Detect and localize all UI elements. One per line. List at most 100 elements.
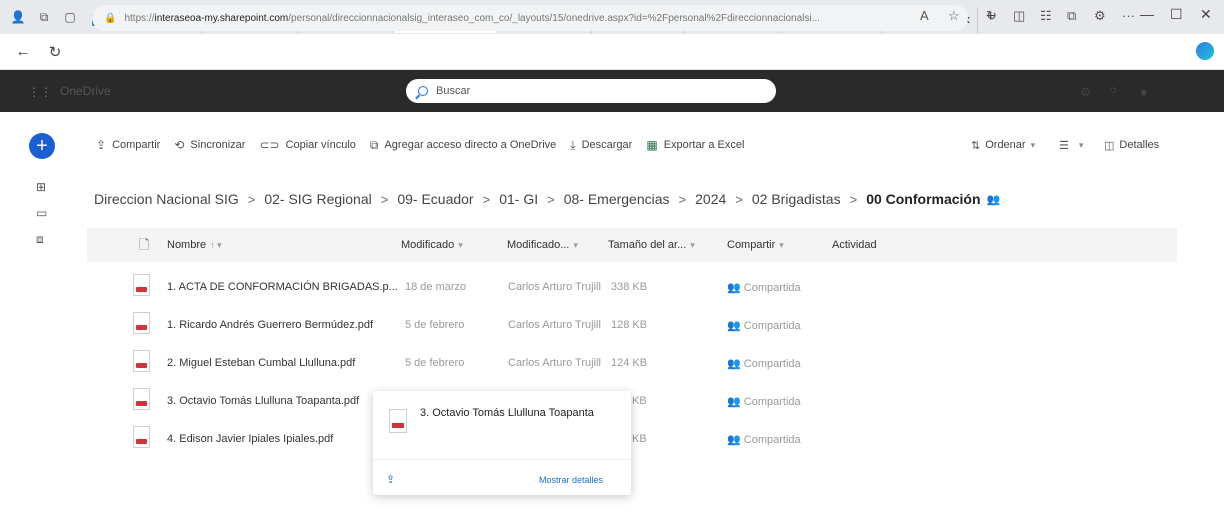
breadcrumb-separator-icon: >	[247, 191, 256, 207]
profile-icon[interactable]: 👤	[10, 9, 26, 25]
maximize-icon[interactable]: ☐	[1170, 6, 1183, 23]
favorites-icon[interactable]: ☷	[1040, 8, 1052, 24]
download-button[interactable]: ⤓ Descargar	[570, 138, 632, 153]
breadcrumb-item[interactable]: 09- Ecuador	[397, 191, 473, 207]
column-name-label: Nombre	[167, 239, 207, 251]
shared-icon[interactable]: ⧈	[36, 232, 44, 247]
breadcrumb-current[interactable]: 00 Conformación	[866, 191, 980, 207]
breadcrumb-item[interactable]: 02 Brigadistas	[752, 191, 841, 207]
breadcrumb-separator-icon: >	[547, 191, 555, 207]
column-modified[interactable]: Modificado ▾	[401, 239, 463, 251]
sharing-status[interactable]: 👥 Compartida	[727, 281, 801, 294]
create-new-button[interactable]: +	[29, 133, 55, 159]
more-options-icon[interactable]: ···	[1122, 8, 1135, 23]
read-aloud-icon[interactable]: A	[920, 8, 929, 23]
breadcrumb-item[interactable]: 01- GI	[499, 191, 538, 207]
collections-icon[interactable]: ⧉	[1067, 8, 1076, 24]
breadcrumb-separator-icon: >	[380, 191, 389, 207]
account-icon[interactable]: ●	[1140, 85, 1147, 99]
back-icon[interactable]: ←	[14, 43, 32, 60]
shared-people-icon: 👥	[727, 396, 744, 408]
help-icon[interactable]: ?	[1110, 85, 1117, 99]
column-size[interactable]: Tamaño del ar... ▾	[608, 239, 695, 251]
sharing-status[interactable]: 👥 Compartida	[727, 433, 801, 446]
url-bar[interactable]: 🔒 https://interaseoa-my.sharepoint.com/p…	[92, 5, 968, 31]
file-size: 124 KB	[611, 357, 648, 369]
command-bar: ⇪ Compartir ⟲ Sincronizar ⊂⊃ Copiar vínculo…	[96, 134, 758, 156]
url-path: /personal/direccionnacionalsig_interaseo…	[288, 12, 820, 24]
split-screen-icon[interactable]: ◫	[1013, 8, 1025, 24]
file-size: 338 KB	[611, 281, 648, 293]
search-box[interactable]: Buscar	[406, 79, 776, 103]
refresh-page-icon[interactable]: ↻	[986, 8, 997, 24]
refresh-icon[interactable]: ↻	[46, 43, 64, 61]
app-launcher-icon[interactable]: ⋮⋮	[28, 85, 52, 99]
breadcrumb-item[interactable]: 2024	[695, 191, 726, 207]
copilot-icon[interactable]	[1196, 42, 1214, 60]
table-row[interactable]: 1. ACTA DE CONFORMACIÓN BRIGADAS.p... 18 …	[87, 269, 1177, 305]
chevron-down-icon: ▾	[690, 240, 695, 250]
export-excel-button[interactable]: ▦ Exportar a Excel	[646, 138, 744, 152]
sharing-status[interactable]: 👥 Compartida	[727, 357, 801, 370]
shared-people-icon: 👥	[727, 358, 744, 370]
minimize-icon[interactable]: —	[1140, 6, 1154, 22]
view-options-button[interactable]: ☰ ▾	[1059, 134, 1083, 156]
sharing-status[interactable]: 👥 Compartida	[727, 395, 801, 408]
chevron-down-icon: ▾	[1078, 139, 1084, 150]
share-icon: ⇪	[96, 138, 107, 152]
sync-button[interactable]: ⟲ Sincronizar	[174, 138, 245, 152]
sharing-label: Compartida	[743, 396, 801, 408]
breadcrumb-separator-icon: >	[735, 191, 743, 207]
pdf-file-icon	[133, 312, 150, 334]
column-activity[interactable]: Actividad	[832, 239, 877, 251]
column-modified-by[interactable]: Modificado... ▾	[507, 239, 578, 251]
download-label: Descargar	[581, 139, 633, 151]
modified-date: 5 de febrero	[405, 357, 465, 369]
share-label: Compartir	[112, 139, 161, 151]
shared-people-icon: 👥	[727, 320, 744, 332]
modified-by: Carlos Arturo Trujill	[508, 319, 601, 331]
lock-icon: 🔒	[104, 12, 117, 24]
tab-actions-icon[interactable]: ▢	[62, 9, 78, 25]
chevron-down-icon: ▾	[1030, 139, 1036, 150]
sort-label: Ordenar	[985, 139, 1026, 151]
details-button[interactable]: ◫ Detalles	[1104, 134, 1159, 156]
file-name[interactable]: 1. Ricardo Andrés Guerrero Bermúdez.pdf	[167, 319, 373, 331]
breadcrumb-item[interactable]: Direccion Nacional SIG	[94, 191, 239, 207]
breadcrumb-item[interactable]: 08- Emergencias	[564, 191, 670, 207]
folder-icon[interactable]: ▭	[36, 206, 47, 220]
app-name[interactable]: OneDrive	[60, 84, 111, 98]
close-window-icon[interactable]: ✕	[1200, 6, 1212, 23]
breadcrumb-item[interactable]: 02- SIG Regional	[264, 191, 371, 207]
table-row[interactable]: 4. Edison Javier Ipiales Ipiales.pdf KB 👥 …	[87, 421, 1177, 457]
settings-icon[interactable]: ⚙	[1080, 85, 1091, 99]
show-details-link[interactable]: Mostrar detalles	[539, 475, 603, 485]
my-files-icon[interactable]: ⊞	[36, 180, 46, 194]
share-icon[interactable]: ⇪	[386, 473, 395, 486]
extensions-icon[interactable]: ⚙	[1094, 8, 1106, 24]
table-row[interactable]: 2. Miguel Esteban Cumbal Llulluna.pdf 5 d…	[87, 345, 1177, 381]
table-row[interactable]: 3. Octavio Tomás Llulluna Toapanta.pdf KB…	[87, 383, 1177, 419]
favorite-star-icon[interactable]: ☆	[948, 8, 960, 24]
sort-button[interactable]: ⇅ Ordenar ▾	[971, 134, 1035, 156]
export-excel-label: Exportar a Excel	[663, 139, 745, 151]
pdf-file-icon	[133, 426, 150, 448]
sharing-label: Compartida	[743, 320, 801, 332]
add-shortcut-button[interactable]: ⧉ Agregar acceso directo a OneDrive	[370, 138, 556, 153]
copy-link-button[interactable]: ⊂⊃ Copiar vínculo	[259, 138, 355, 152]
column-sharing[interactable]: Compartir ▾	[727, 239, 784, 251]
workspaces-icon[interactable]: ⧉	[36, 9, 52, 25]
url-host: interaseoa-my.sharepoint.com	[154, 12, 289, 24]
file-name[interactable]: 2. Miguel Esteban Cumbal Llulluna.pdf	[167, 357, 355, 369]
file-name[interactable]: 1. ACTA DE CONFORMACIÓN BRIGADAS.p...	[167, 281, 398, 293]
file-type-icon[interactable]: 🗋	[139, 236, 149, 258]
pdf-file-icon	[133, 274, 150, 296]
table-row[interactable]: 1. Ricardo Andrés Guerrero Bermúdez.pdf 5…	[87, 307, 1177, 343]
sync-label: Sincronizar	[190, 139, 246, 151]
sharing-status[interactable]: 👥 Compartida	[727, 319, 801, 332]
table-header: 🗋 Nombre ↑ ▾ Modificado ▾ Modificado... ▾ T…	[87, 228, 1177, 262]
file-name[interactable]: 4. Edison Javier Ipiales Ipiales.pdf	[167, 433, 333, 445]
share-button[interactable]: ⇪ Compartir	[96, 138, 160, 152]
column-name[interactable]: Nombre ↑ ▾	[167, 239, 222, 251]
file-name[interactable]: 3. Octavio Tomás Llulluna Toapanta.pdf	[167, 395, 359, 407]
